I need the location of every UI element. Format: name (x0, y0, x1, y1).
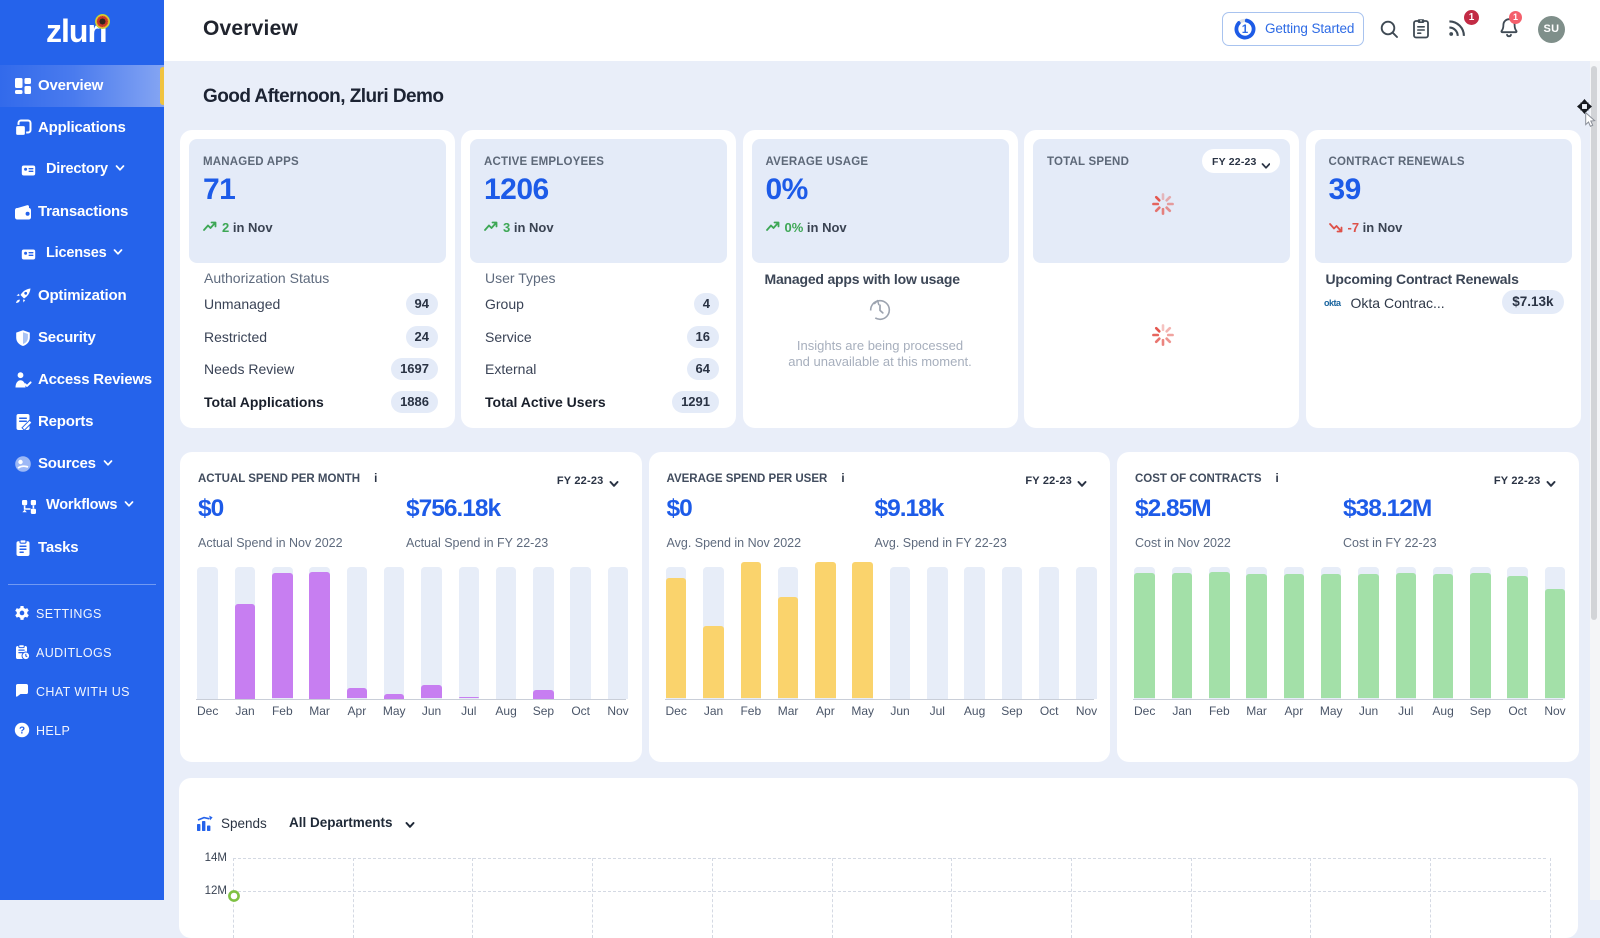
svg-text:1: 1 (1242, 24, 1249, 36)
svg-text:?: ? (19, 725, 25, 736)
svg-text:okta: okta (1324, 298, 1342, 308)
